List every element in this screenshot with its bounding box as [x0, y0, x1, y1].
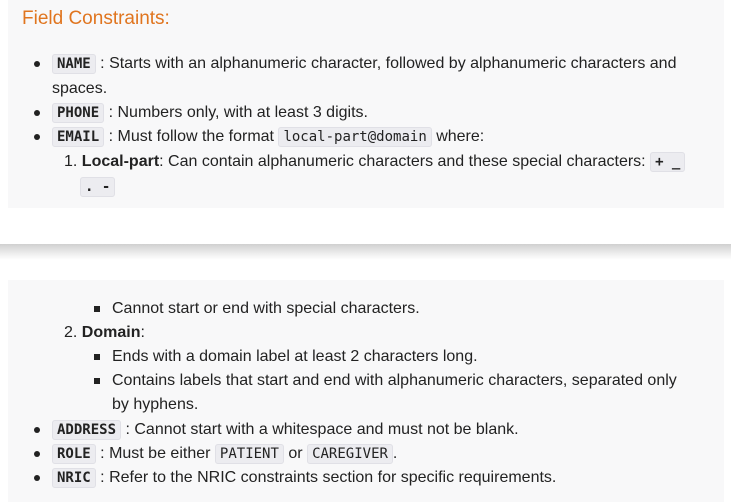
phone-code: PHONE: [52, 103, 105, 123]
email-constraint: EMAIL : Must follow the format local-par…: [52, 125, 484, 149]
name-text: : Starts with an alphanumeric character,…: [100, 55, 677, 72]
address-constraint: ADDRESS : Cannot start with a whitespace…: [52, 418, 519, 442]
role-constraint: ROLE : Must be either PATIENT or CAREGIV…: [52, 442, 397, 466]
role-option-patient: PATIENT: [214, 444, 284, 464]
name-constraint: NAME : Starts with an alphanumeric chara…: [52, 52, 676, 76]
bullet-icon: [34, 61, 40, 67]
bullet-icon: [34, 134, 40, 140]
local-part-text: : Can contain alphanumeric characters an…: [159, 153, 646, 170]
nric-constraint: NRIC : Refer to the NRIC constraints sec…: [52, 466, 556, 490]
square-bullet-icon: [94, 378, 100, 384]
address-code: ADDRESS: [52, 420, 122, 440]
address-text: : Cannot start with a whitespace and mus…: [125, 421, 519, 438]
bullet-icon: [34, 475, 40, 481]
role-or: or: [288, 445, 303, 462]
role-end: .: [392, 445, 398, 462]
role-code: ROLE: [52, 444, 96, 464]
page-break-divider: [0, 244, 731, 260]
role-text: : Must be either: [100, 445, 211, 462]
local-part-item-cont: . -: [80, 175, 116, 199]
email-text-where: where:: [436, 128, 485, 145]
domain-sub-2: Contains labels that start and end with …: [112, 372, 677, 389]
domain-number: 2.: [64, 324, 78, 341]
phone-text: : Numbers only, with at least 3 digits.: [108, 104, 368, 121]
nric-code: NRIC: [52, 468, 96, 488]
role-option-caregiver: CAREGIVER: [307, 444, 393, 464]
domain-sub-2-cont: by hyphens.: [112, 396, 199, 413]
email-format-code: local-part@domain: [278, 127, 432, 147]
domain-sub-1: Ends with a domain label at least 2 char…: [112, 348, 478, 365]
nric-text: : Refer to the NRIC constraints section …: [100, 469, 557, 486]
domain-label: Domain: [81, 324, 141, 341]
email-code: EMAIL: [52, 127, 105, 147]
local-part-chars-1: + _: [650, 152, 686, 172]
local-part-sub-1: Cannot start or end with special charact…: [112, 300, 420, 317]
square-bullet-icon: [94, 354, 100, 360]
bullet-icon: [34, 110, 40, 116]
phone-constraint: PHONE : Numbers only, with at least 3 di…: [52, 101, 368, 125]
section-heading: Field Constraints:: [22, 8, 170, 29]
domain-item: 2. Domain:: [64, 321, 145, 345]
name-constraint-cont: spaces.: [52, 80, 108, 97]
local-part-item: 1. Local-part: Can contain alphanumeric …: [64, 150, 686, 174]
domain-colon: :: [140, 324, 145, 341]
local-part-chars-2: . -: [80, 177, 116, 197]
local-part-label: Local-part: [81, 153, 160, 170]
square-bullet-icon: [94, 306, 100, 312]
local-part-number: 1.: [64, 153, 78, 170]
bullet-icon: [34, 451, 40, 457]
email-text: : Must follow the format: [108, 128, 274, 145]
name-code: NAME: [52, 54, 96, 74]
bullet-icon: [34, 427, 40, 433]
